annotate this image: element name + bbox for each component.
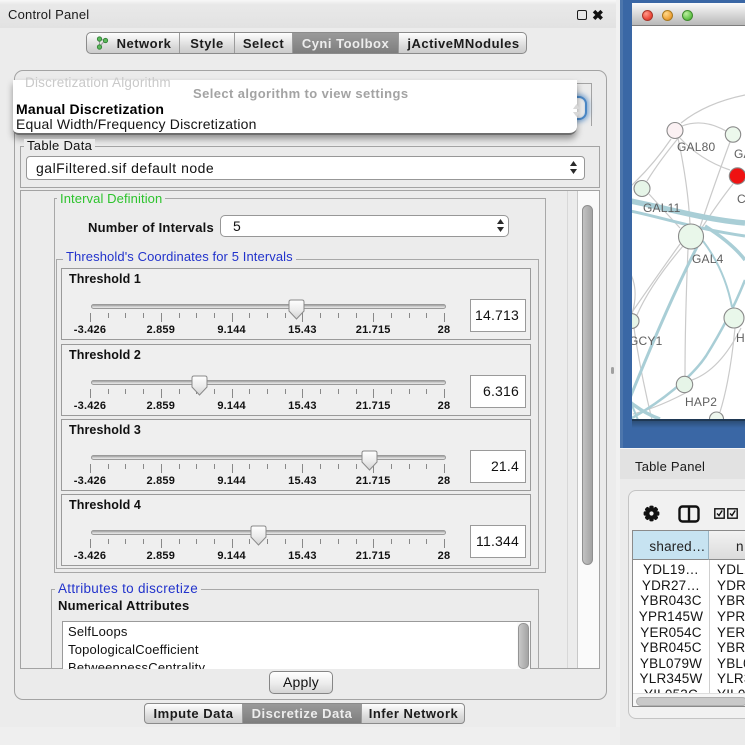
svg-text:HAP2: HAP2 [685,395,717,409]
svg-text:GAL80: GAL80 [677,140,715,154]
svg-text:GA: GA [734,147,745,161]
svg-text:GCY1: GCY1 [632,334,663,348]
svg-text:GAL4: GAL4 [692,252,724,266]
svg-text:GAL11: GAL11 [643,201,681,215]
svg-text:C: C [737,192,745,206]
svg-text:H: H [736,331,745,345]
